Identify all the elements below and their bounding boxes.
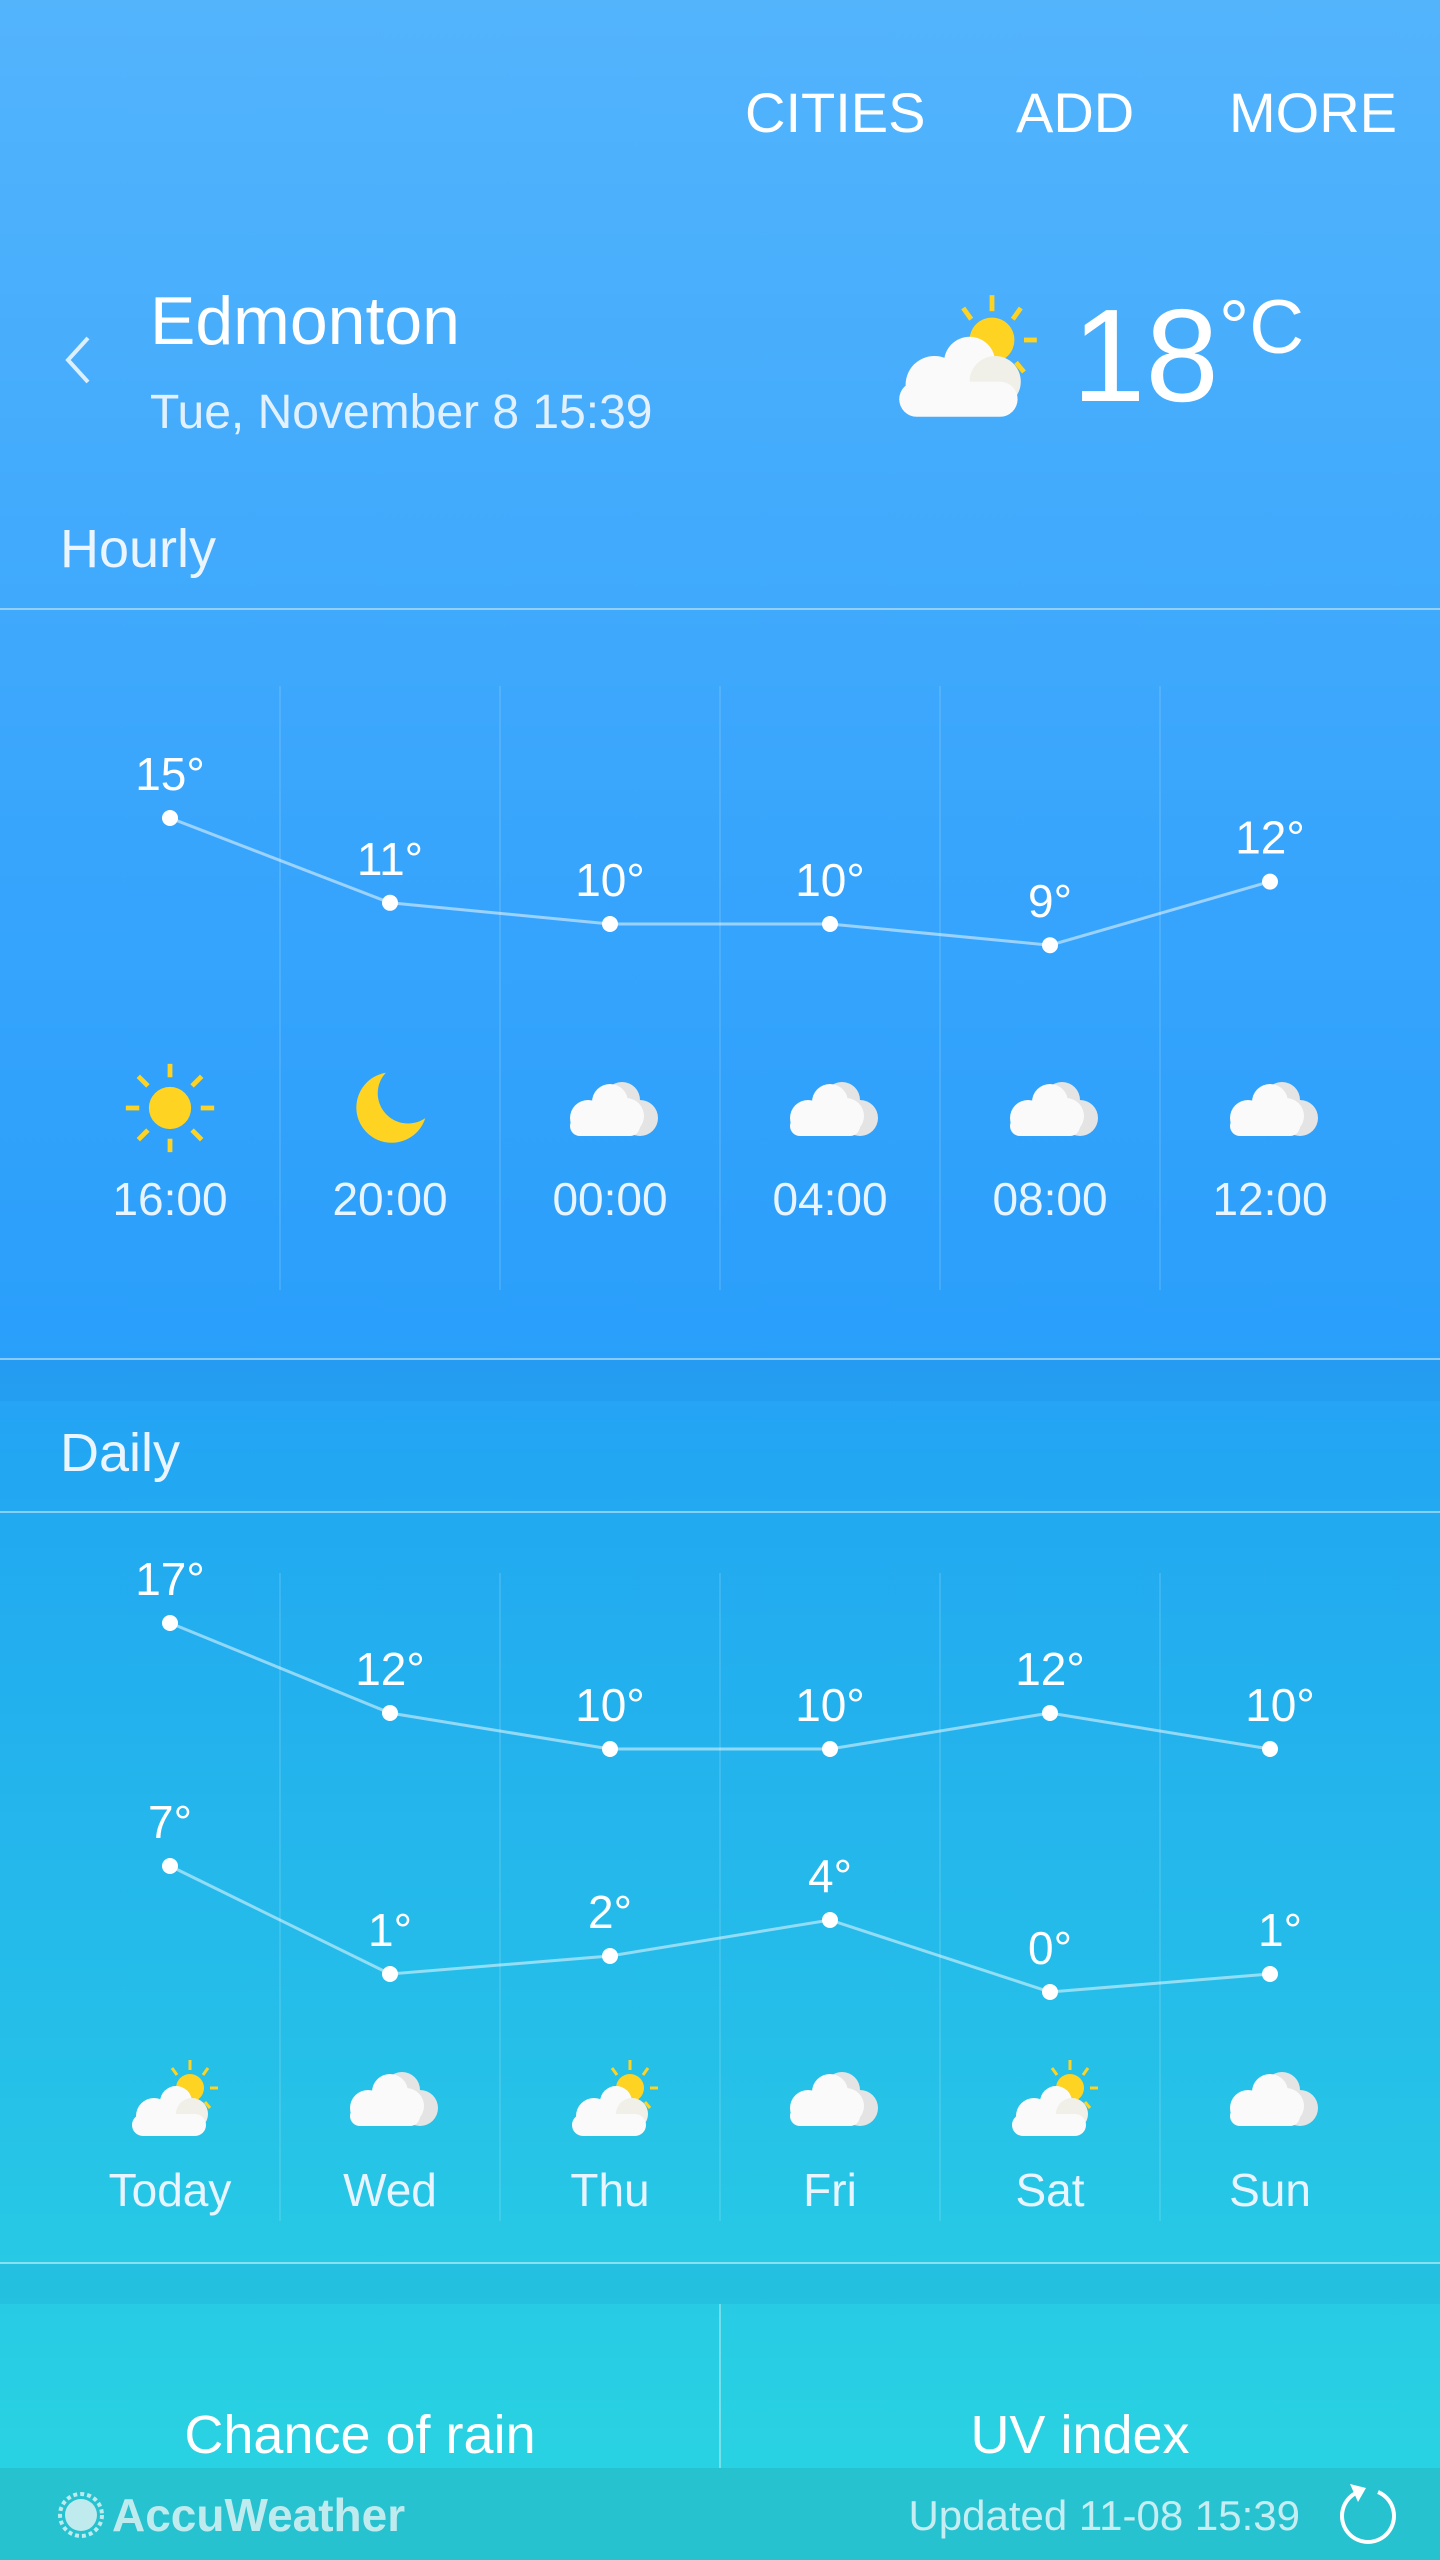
temp-point <box>602 1948 618 1964</box>
hour-label: 20:00 <box>332 1173 447 1225</box>
day-label: Sat <box>1015 2164 1084 2216</box>
cloud-icon <box>790 2072 878 2126</box>
partly-icon <box>570 2058 660 2138</box>
accuweather-sun-icon <box>58 2492 104 2538</box>
temp-label: 12° <box>355 1643 425 1695</box>
updated-time: Updated 11-08 15:39 <box>908 2492 1300 2539</box>
hour-label: 12:00 <box>1212 1173 1327 1225</box>
cloud-icon <box>1230 2072 1318 2126</box>
cloud-icon <box>350 2072 438 2126</box>
temp-label: 1° <box>368 1904 412 1956</box>
day-label: Wed <box>343 2164 437 2216</box>
temp-point <box>1262 1966 1278 1982</box>
temp-point <box>1042 1984 1058 2000</box>
chance-of-rain-card[interactable]: Chance of rain <box>0 2304 720 2468</box>
temp-point <box>1262 873 1278 890</box>
temp-point <box>822 916 838 932</box>
temp-point <box>162 1615 178 1631</box>
temp-point <box>822 1912 838 1928</box>
temp-point <box>602 1741 618 1757</box>
temp-label: 10° <box>575 1679 645 1731</box>
temp-point <box>822 1741 838 1757</box>
partly-icon <box>130 2058 220 2138</box>
cloud-icon <box>1010 1082 1098 1136</box>
temp-label: 12° <box>1015 1643 1085 1695</box>
uv-index-card[interactable]: UV index <box>720 2304 1440 2468</box>
temp-label: 7° <box>148 1796 192 1848</box>
cloud-icon <box>570 1082 658 1136</box>
hour-label: 08:00 <box>992 1173 1107 1225</box>
temp-point <box>1262 1741 1278 1757</box>
day-label: Today <box>109 2164 232 2216</box>
cloud-icon <box>1230 1082 1318 1136</box>
sun-icon <box>126 1064 214 1152</box>
day-label: Thu <box>570 2164 649 2216</box>
day-label: Fri <box>803 2164 857 2216</box>
temp-label: 11° <box>357 833 423 885</box>
day-label: Sun <box>1229 2164 1311 2216</box>
temp-label: 10° <box>575 854 645 906</box>
temp-label: 0° <box>1028 1922 1072 1974</box>
temp-point <box>382 894 398 911</box>
footer: AccuWeather Updated 11-08 15:39 <box>0 2468 1440 2560</box>
temp-label: 15° <box>135 748 205 800</box>
temp-label: 10° <box>1245 1679 1315 1731</box>
refresh-icon[interactable] <box>1336 2482 1400 2546</box>
temp-label: 10° <box>795 854 865 906</box>
temp-point <box>162 810 178 826</box>
temp-point <box>1042 1705 1058 1721</box>
temp-label: 4° <box>808 1850 852 1902</box>
temp-point <box>382 1966 398 1982</box>
card-title: UV index <box>970 2405 1190 2465</box>
brand-name: AccuWeather <box>112 2489 406 2541</box>
temp-label: 9° <box>1028 875 1072 927</box>
hour-label: 04:00 <box>772 1173 887 1225</box>
hour-label: 00:00 <box>552 1173 667 1225</box>
card-title: Chance of rain <box>184 2405 536 2465</box>
temp-label: 10° <box>795 1679 865 1731</box>
temp-point <box>162 1858 178 1874</box>
temp-point <box>382 1705 398 1721</box>
partly-icon <box>1010 2058 1100 2138</box>
temp-label: 17° <box>135 1553 205 1605</box>
moon-icon <box>356 1072 426 1143</box>
cloud-icon <box>790 1082 878 1136</box>
temp-label: 12° <box>1235 812 1305 864</box>
forecast-charts: 15° 11° 10° 10° 9° 12° 16:00 20:00 00:00 04:00 08:… <box>109 686 1328 2221</box>
temp-label: 1° <box>1258 1904 1302 1956</box>
accuweather-logo[interactable]: AccuWeather <box>56 2488 405 2542</box>
temp-label: 2° <box>588 1886 632 1938</box>
hour-label: 16:00 <box>112 1173 227 1225</box>
temp-point <box>1042 937 1058 954</box>
temp-point <box>602 916 618 932</box>
